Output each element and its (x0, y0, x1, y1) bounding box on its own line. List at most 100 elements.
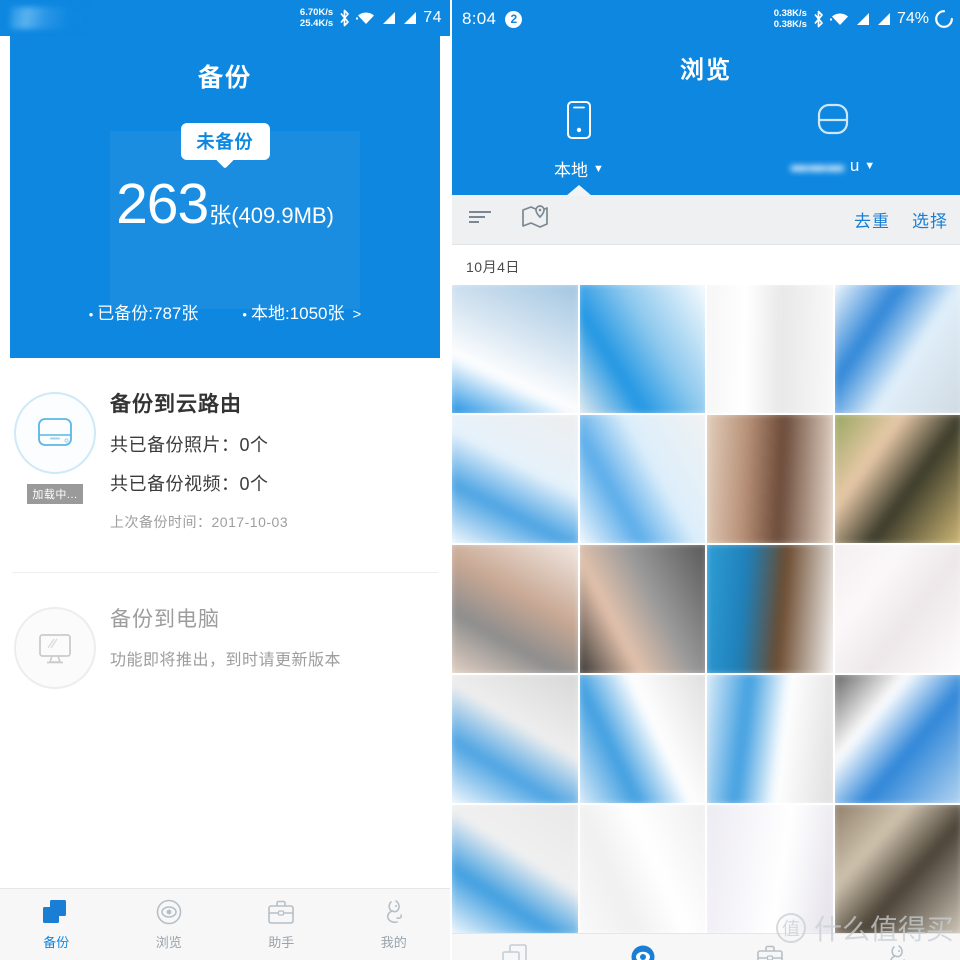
tab-browse[interactable]: 浏览 (113, 889, 226, 960)
tab-backup[interactable]: 备份 (452, 934, 579, 960)
chevron-right-icon: > (352, 306, 362, 323)
tab-mine[interactable]: 我的 (833, 934, 960, 960)
list-filter-icon[interactable] (466, 206, 496, 233)
bluetooth-icon (812, 10, 825, 28)
photo-thumbnail[interactable] (452, 805, 578, 933)
photo-thumbnail[interactable] (834, 545, 960, 673)
dedupe-button[interactable]: 去重 (854, 207, 890, 232)
tab-router-label: ▬▬▬ u ▼ (790, 156, 876, 175)
photo-thumbnail[interactable] (579, 415, 705, 543)
photo-thumbnail[interactable] (452, 675, 578, 803)
router-name-redacted: ▬▬▬ (790, 156, 845, 175)
photo-thumbnail[interactable] (834, 285, 960, 413)
left-phone-screen: 6.70K/s 25.4K/s 74 备份 未备份 263 张 (409.9MB… (0, 0, 450, 960)
tab-router-source[interactable]: ▬▬▬ u ▼ (706, 99, 960, 195)
network-speed: 6.70K/s 25.4K/s (299, 7, 334, 29)
card-icon-column (0, 601, 110, 689)
signal-icon (402, 11, 418, 26)
briefcase-icon (755, 943, 785, 960)
desktop-computer-icon (14, 607, 96, 689)
thumb-chart-bars (579, 675, 705, 803)
backed-photos-count: 共已备份照片：0个 (110, 435, 269, 455)
left-status-bar: 6.70K/s 25.4K/s 74 (0, 0, 450, 36)
photo-thumbnail[interactable] (579, 675, 705, 803)
select-button[interactable]: 选择 (912, 207, 948, 232)
photo-thumbnail[interactable] (707, 675, 833, 803)
photo-thumbnail[interactable] (707, 545, 833, 673)
status-icons-group: 0.38K/s 0.38K/s 74% (774, 8, 954, 30)
backup-to-computer-card[interactable]: 备份到电脑 功能即将推出，到时请更新版本 (0, 573, 450, 689)
photo-thumbnail[interactable] (707, 285, 833, 413)
notification-count-badge: 2 (505, 10, 523, 28)
thumb-webpage-table (834, 285, 960, 413)
photo-thumbnail[interactable] (452, 545, 578, 673)
photo-thumbnail[interactable] (834, 805, 960, 933)
eye-circle-icon (628, 943, 658, 960)
thumb-settings-list (452, 675, 578, 803)
page-title: 浏览 (680, 57, 732, 84)
map-pin-icon[interactable] (520, 204, 550, 235)
phone-icon (562, 99, 596, 148)
card-subtitle: 功能即将推出，到时请更新版本 (110, 652, 342, 669)
cloud-card-body: 备份到云路由 共已备份照片：0个 共已备份视频：0个 上次备份时间：2017-1… (110, 386, 288, 532)
stat-local[interactable]: • 本地:1050张 > (242, 299, 361, 324)
thumb-portrait-person (707, 415, 833, 543)
thumb-portrait-child-outdoor (834, 415, 960, 543)
card-title: 备份到云路由 (110, 393, 242, 416)
tab-mine[interactable]: 我的 (338, 889, 451, 960)
photo-thumbnail[interactable] (707, 805, 833, 933)
photo-thumbnail[interactable] (579, 545, 705, 673)
thumb-chat-bubbles-2 (579, 415, 705, 543)
tab-label: 我的 (380, 935, 407, 950)
bullet-icon: • (88, 307, 94, 323)
backup-status-badge-wrap: 未备份 (180, 123, 270, 169)
photo-thumbnail[interactable] (452, 285, 578, 413)
stat-backed-up[interactable]: • 已备份:787张 (89, 299, 199, 324)
backup-to-cloud-router-card[interactable]: 加载中... 备份到云路由 共已备份照片：0个 共已备份视频：0个 上次备份时间… (0, 358, 450, 532)
source-tabs: 本地 ▼ ▬▬▬ u ▼ (452, 85, 960, 196)
tab-backup[interactable]: 备份 (0, 889, 113, 960)
thumb-screenshot-blue-banner (452, 285, 578, 413)
photo-thumbnail[interactable] (452, 415, 578, 543)
wifi-icon (356, 10, 376, 26)
computer-card-body: 备份到电脑 功能即将推出，到时请更新版本 (110, 601, 341, 670)
eye-circle-icon (154, 898, 184, 926)
thumb-phone-mockup (834, 675, 960, 803)
thumb-blue-desk-object (707, 545, 833, 673)
tab-assistant[interactable]: 助手 (225, 889, 338, 960)
network-speed: 0.38K/s 0.38K/s (773, 8, 807, 30)
photo-grid (452, 285, 960, 933)
photo-thumbnail[interactable] (834, 415, 960, 543)
last-backup-time: 上次备份时间：2017-10-03 (110, 514, 289, 530)
tab-browse[interactable]: 浏览 (579, 934, 706, 960)
photo-thumbnail[interactable] (579, 805, 705, 933)
bullet-icon: • (242, 307, 247, 323)
thumb-white-document (707, 285, 833, 413)
status-badge: 未备份 (180, 123, 270, 160)
thumb-blue-list-row (452, 805, 578, 933)
tab-local-source[interactable]: 本地 ▼ (452, 99, 706, 196)
browse-header: 浏览 本地 ▼ ▬▬▬ u ▼ (452, 38, 960, 196)
loading-badge: 加载中... (27, 484, 83, 504)
router-icon (14, 392, 96, 474)
thumb-people-sitting (834, 805, 960, 933)
right-bottom-tabbar: 备份 浏览 (452, 933, 960, 960)
thumb-faint-grey (579, 805, 705, 933)
wifi-icon (829, 11, 850, 27)
backup-hero-card: 备份 未备份 263 张 (409.9MB) • 已备份:787张 • 本地:105… (10, 36, 440, 358)
card-icon-column: 加载中... (0, 386, 110, 504)
photo-thumbnail[interactable] (579, 285, 705, 413)
browse-toolbar: 去重 选择 (452, 195, 960, 245)
signal-icon (381, 11, 397, 26)
thumb-app-icon-blue (579, 285, 705, 413)
photo-thumbnail[interactable] (707, 415, 833, 543)
briefcase-icon (266, 898, 296, 926)
tab-label: 助手 (268, 935, 295, 950)
thumb-chat-bubbles (452, 415, 578, 543)
rabbit-icon (379, 898, 409, 926)
photo-thumbnail[interactable] (834, 675, 960, 803)
tab-assistant[interactable]: 助手 (706, 934, 833, 960)
backed-videos-count: 共已备份视频：0个 (110, 474, 269, 494)
hero-stats-row: • 已备份:787张 • 本地:1050张 > (10, 299, 440, 324)
thumb-light-pink-blank (834, 545, 960, 673)
